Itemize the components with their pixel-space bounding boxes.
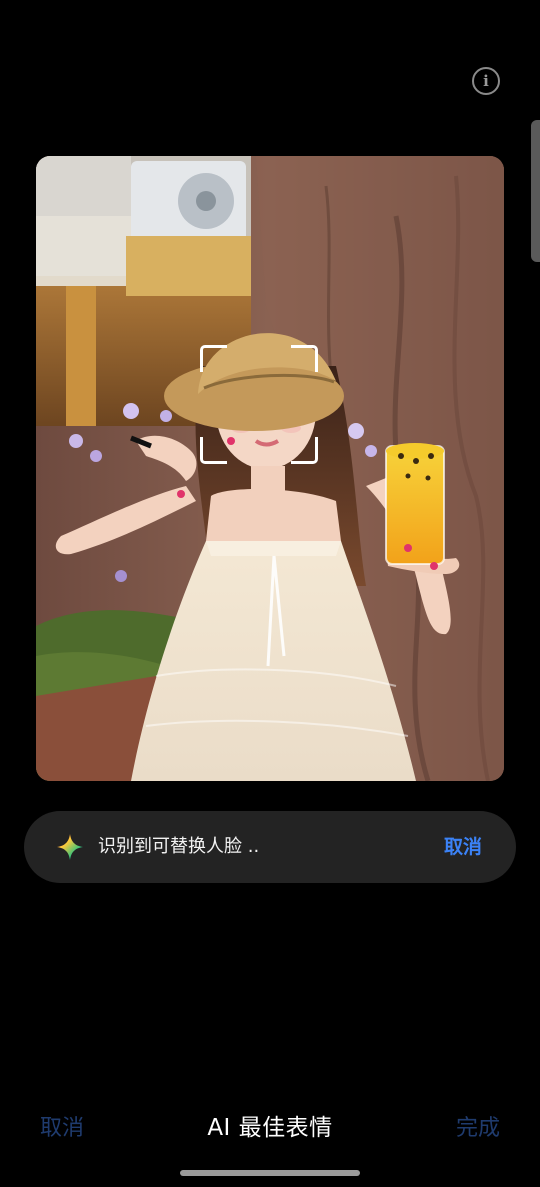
side-handle[interactable]	[531, 120, 540, 262]
frame-corner-top-left	[200, 345, 227, 372]
frame-corner-bottom-left	[200, 437, 227, 464]
home-indicator[interactable]	[180, 1170, 360, 1176]
frame-corner-top-right	[291, 345, 318, 372]
photo-illustration	[36, 156, 504, 781]
bottom-toolbar: 取消 AI 最佳表情 完成	[0, 1100, 540, 1152]
sparkle-icon	[57, 834, 83, 860]
info-icon[interactable]: i	[472, 67, 500, 95]
status-text: 识别到可替换人脸 ..	[98, 836, 260, 857]
status-pill: 识别到可替换人脸 .. 取消	[24, 811, 516, 883]
status-cancel-button[interactable]: 取消	[444, 811, 482, 883]
info-glyph: i	[483, 71, 489, 90]
face-detection-frame[interactable]	[200, 345, 318, 464]
frame-corner-bottom-right	[291, 437, 318, 464]
portrait-photo	[36, 156, 504, 781]
done-button[interactable]: 完成	[456, 1110, 500, 1142]
